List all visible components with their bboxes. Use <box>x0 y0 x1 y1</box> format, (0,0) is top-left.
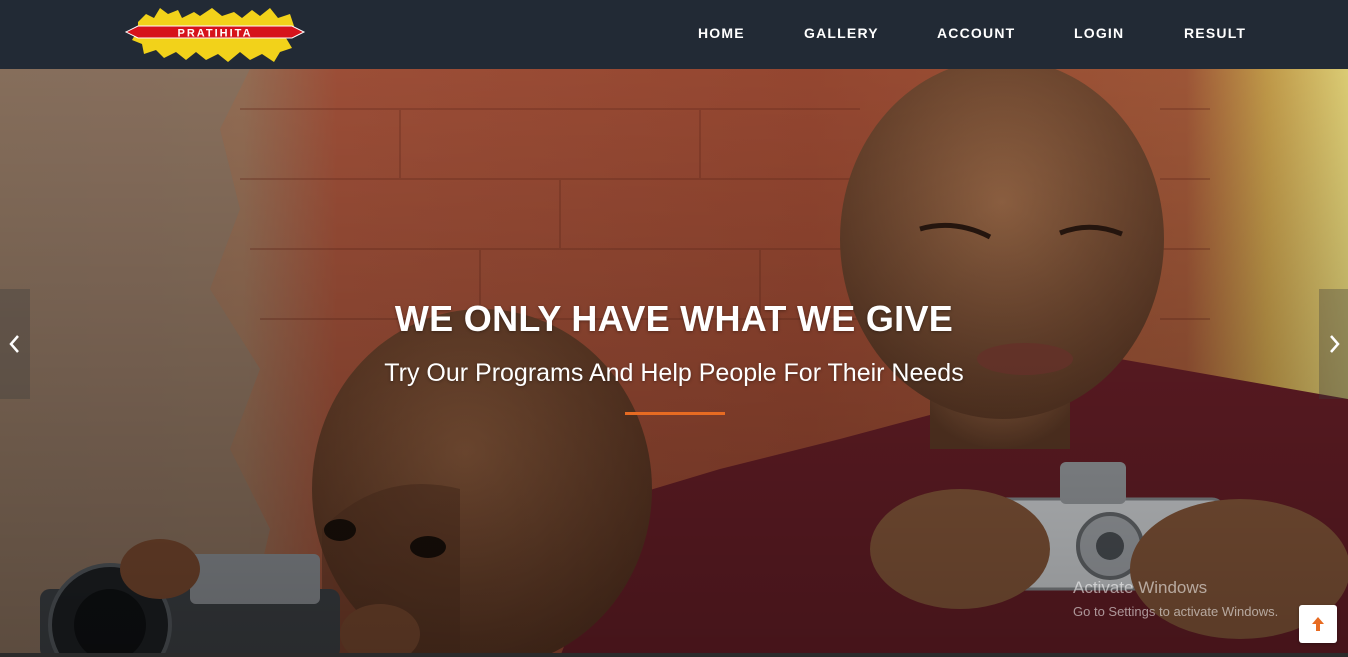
brand-logo[interactable]: PRATIHITA <box>124 4 306 64</box>
activate-windows-subtitle: Go to Settings to activate Windows. <box>1073 604 1279 619</box>
carousel-prev-button[interactable] <box>0 289 30 399</box>
scroll-to-top-button[interactable] <box>1299 605 1337 643</box>
top-navbar: PRATIHITA HOME GALLERY ACCOUNT LOGIN RES… <box>0 0 1348 69</box>
carousel-next-button[interactable] <box>1319 289 1348 399</box>
hero-subtitle: Try Our Programs And Help People For The… <box>384 359 964 387</box>
chevron-left-icon <box>9 335 19 353</box>
nav-home-link[interactable]: HOME <box>698 25 745 41</box>
hero-slider: WE ONLY HAVE WHAT WE GIVE Try Our Progra… <box>0 69 1348 657</box>
hero-divider <box>625 412 725 415</box>
nav-login-link[interactable]: LOGIN <box>1074 25 1124 41</box>
nav-gallery-link[interactable]: GALLERY <box>804 25 879 41</box>
nav-account-link[interactable]: ACCOUNT <box>937 25 1015 41</box>
nav-result-link[interactable]: RESULT <box>1184 25 1246 41</box>
activate-windows-title: Activate Windows <box>1073 578 1208 597</box>
logo-text: PRATIHITA <box>177 28 252 40</box>
arrow-up-icon <box>1312 617 1324 631</box>
bottom-edge <box>0 653 1348 657</box>
hero-title: WE ONLY HAVE WHAT WE GIVE <box>394 298 954 339</box>
chevron-right-icon <box>1329 335 1340 353</box>
pratihita-logo-icon: PRATIHITA <box>124 8 306 62</box>
